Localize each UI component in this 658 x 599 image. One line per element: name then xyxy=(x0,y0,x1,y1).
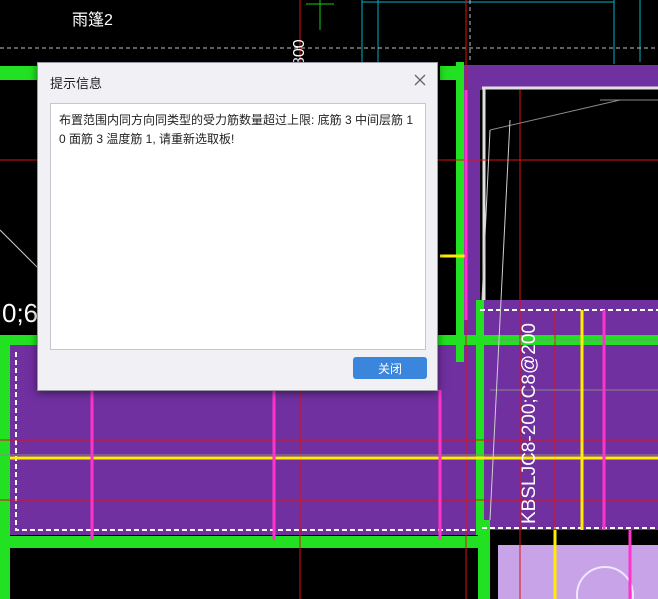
cad-left-label: 0;6 xyxy=(2,298,38,328)
close-button[interactable]: 关闭 xyxy=(353,357,427,379)
slab-top-strip xyxy=(470,65,658,90)
close-icon[interactable] xyxy=(409,69,431,91)
cad-rebar-label: KBSLJC8-200;C8@200 xyxy=(519,323,540,524)
message-box[interactable]: 布置范围内同方向同类型的受力筋数量超过上限: 底筋 3 中间层筋 10 面筋 3… xyxy=(50,103,426,350)
info-dialog: 提示信息 布置范围内同方向同类型的受力筋数量超过上限: 底筋 3 中间层筋 10… xyxy=(37,62,438,391)
dialog-message: 布置范围内同方向同类型的受力筋数量超过上限: 底筋 3 中间层筋 10 面筋 3… xyxy=(59,113,414,146)
cad-top-label: 雨篷2 xyxy=(72,10,113,29)
dialog-title: 提示信息 xyxy=(50,76,103,91)
slab-right[interactable] xyxy=(478,300,658,530)
